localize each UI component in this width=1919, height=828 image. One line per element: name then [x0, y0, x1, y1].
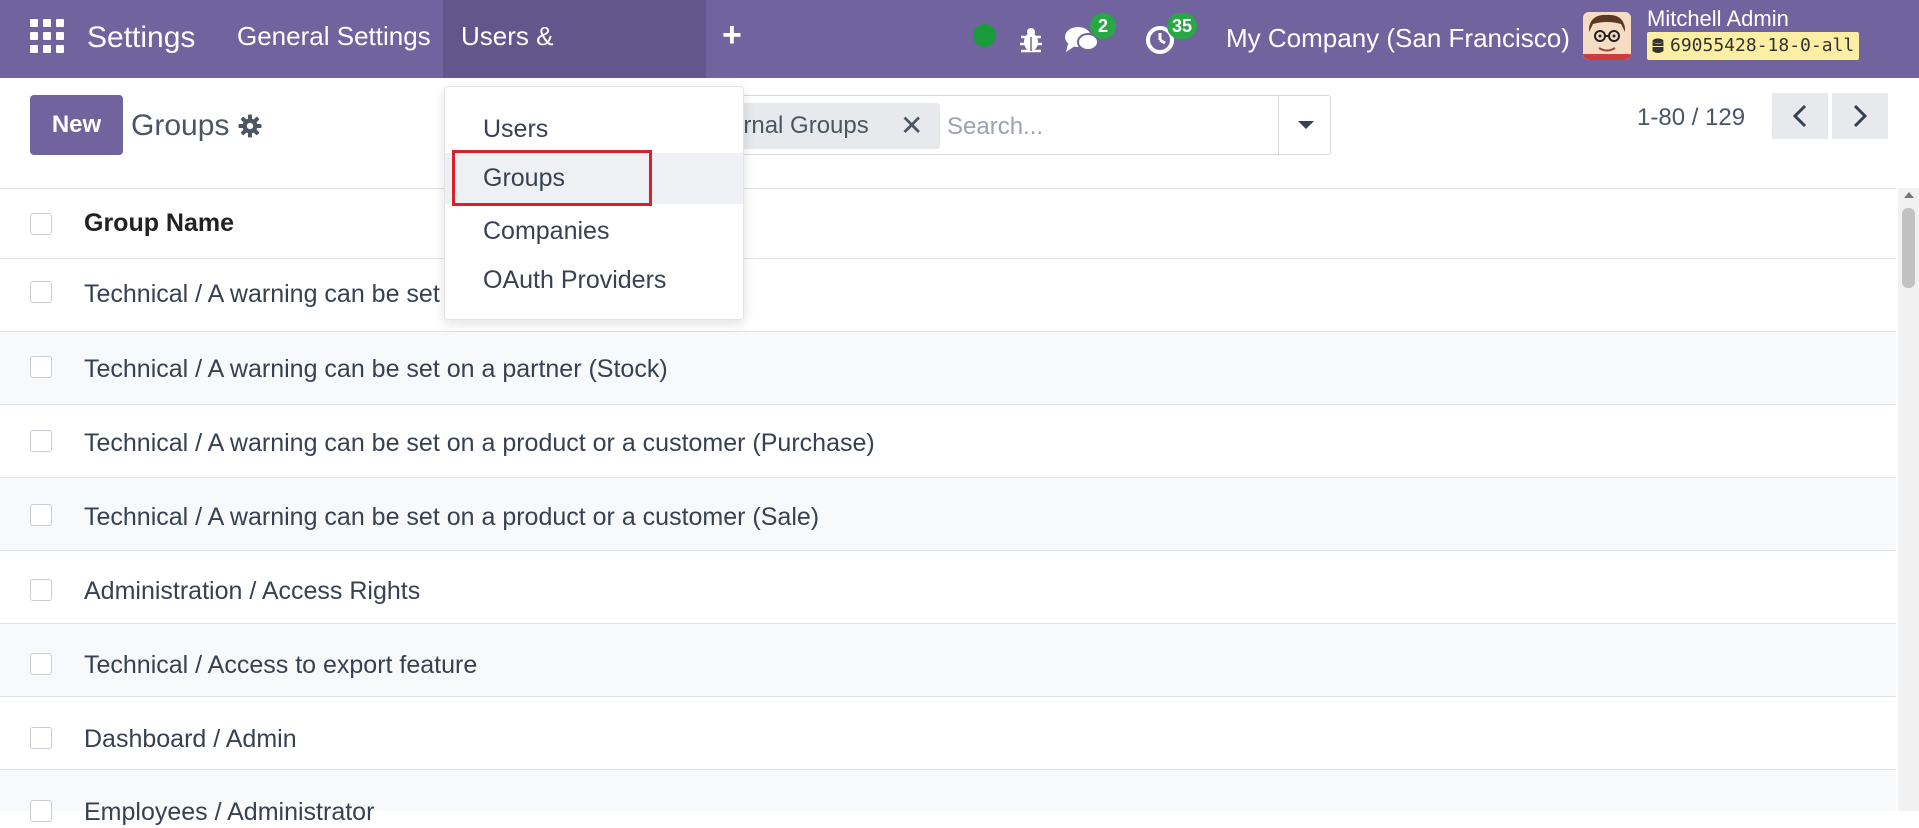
row-checkbox[interactable] — [30, 653, 52, 675]
debug-bug-icon[interactable] — [1018, 20, 1044, 60]
database-name: 69055428-18-0-all — [1670, 35, 1855, 56]
group-name-cell: Technical / A warning can be set on a pr… — [84, 503, 820, 531]
apps-menu-icon[interactable] — [30, 19, 66, 55]
database-tag: 69055428-18-0-all — [1647, 32, 1860, 60]
table-row[interactable]: Technical / A warning can be set — [0, 259, 1896, 332]
dropdown-item-groups[interactable]: Groups — [445, 153, 743, 204]
app-name[interactable]: Settings — [87, 18, 195, 58]
facet-remove-icon[interactable]: ✕ — [900, 108, 923, 144]
row-checkbox[interactable] — [30, 281, 52, 303]
dropdown-item-companies[interactable]: Companies — [445, 206, 743, 257]
new-button[interactable]: New — [30, 95, 123, 155]
group-name-cell: Technical / A warning can be set — [84, 280, 440, 308]
chevron-right-icon — [1853, 104, 1868, 128]
pager-value[interactable]: 1-80 / 129 — [1637, 100, 1745, 136]
database-icon — [1652, 38, 1664, 53]
row-checkbox[interactable] — [30, 430, 52, 452]
row-checkbox[interactable] — [30, 356, 52, 378]
top-navbar: Settings General Settings Users & Compan… — [0, 0, 1919, 123]
column-header-group-name[interactable]: Group Name — [84, 207, 234, 239]
gear-icon[interactable] — [238, 114, 262, 138]
table-row[interactable]: Technical / A warning can be set on a pa… — [0, 332, 1896, 405]
chevron-left-icon — [1792, 104, 1807, 128]
search-options-toggle[interactable] — [1278, 96, 1331, 154]
table-row[interactable]: Dashboard / Admin — [0, 697, 1896, 770]
menu-users-companies[interactable]: Users & Companies — [443, 0, 706, 123]
group-name-cell: Technical / A warning can be set on a pr… — [84, 429, 875, 457]
table-row[interactable]: Administration / Access Rights — [0, 551, 1896, 624]
caret-down-icon — [1298, 121, 1314, 129]
group-name-cell: Technical / Access to export feature — [84, 651, 478, 679]
table-row[interactable]: Technical / Access to export feature — [0, 624, 1896, 697]
group-name-cell: Administration / Access Rights — [84, 577, 421, 605]
group-name-cell: Technical / A warning can be set on a pa… — [84, 355, 668, 383]
presence-status-icon[interactable] — [973, 24, 996, 47]
scroll-up-icon[interactable] — [1904, 192, 1914, 198]
list-scrollbar[interactable] — [1898, 188, 1919, 811]
messages-badge: 2 — [1090, 13, 1116, 39]
pager-next-button[interactable] — [1832, 93, 1888, 139]
dropdown-item-users[interactable]: Users — [445, 104, 743, 155]
row-checkbox[interactable] — [30, 504, 52, 526]
table-row[interactable]: Technical / A warning can be set on a pr… — [0, 478, 1896, 551]
pager-previous-button[interactable] — [1772, 93, 1828, 139]
menu-general-settings[interactable]: General Settings — [219, 0, 449, 78]
activities-badge: 35 — [1167, 13, 1198, 39]
user-avatar[interactable] — [1583, 12, 1631, 60]
plus-icon[interactable]: + — [722, 15, 742, 55]
group-name-cell: Dashboard / Admin — [84, 725, 297, 753]
table-row[interactable]: Employees / Administrator — [0, 770, 1896, 826]
table-row[interactable]: Technical / A warning can be set on a pr… — [0, 405, 1896, 478]
users-companies-dropdown: Users Groups Companies OAuth Providers — [444, 86, 744, 320]
list-header: Group Name — [0, 189, 1896, 259]
company-switcher[interactable]: My Company (San Francisco) — [1226, 18, 1570, 58]
dropdown-item-oauth-providers[interactable]: OAuth Providers — [445, 255, 743, 306]
group-name-cell: Employees / Administrator — [84, 798, 375, 826]
select-all-checkbox[interactable] — [30, 213, 52, 235]
search-input[interactable] — [945, 103, 1269, 151]
row-checkbox[interactable] — [30, 800, 52, 822]
user-name[interactable]: Mitchell Admin — [1647, 5, 1789, 33]
row-checkbox[interactable] — [30, 579, 52, 601]
scrollbar-thumb[interactable] — [1902, 208, 1915, 288]
page-title[interactable]: Groups — [131, 106, 229, 146]
row-checkbox[interactable] — [30, 727, 52, 749]
